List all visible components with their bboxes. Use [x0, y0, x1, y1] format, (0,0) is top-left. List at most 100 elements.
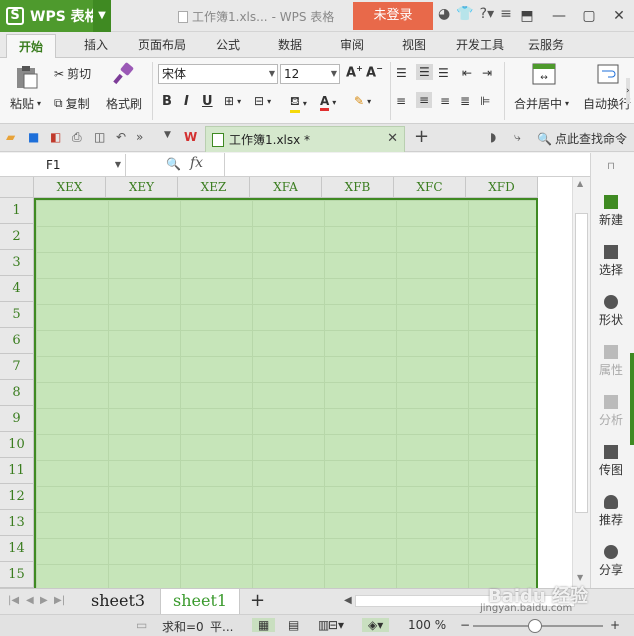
fill-color-button[interactable]: ⛾ ▾: [290, 94, 307, 113]
align-bottom-icon[interactable]: ☰: [438, 66, 449, 80]
close-tab-icon[interactable]: ✕: [387, 131, 398, 146]
scroll-thumb[interactable]: [575, 213, 588, 513]
row-header[interactable]: 11: [0, 458, 34, 484]
cell-style-button[interactable]: ⊟ ▾: [254, 94, 271, 108]
document-tab[interactable]: 工作簿1.xlsx * ✕: [205, 126, 405, 152]
sidebar-collapse-icon[interactable]: ⊓: [591, 161, 631, 172]
hscroll-left-icon[interactable]: ◀: [344, 595, 352, 606]
format-painter-button[interactable]: 格式刷: [106, 95, 142, 112]
bold-button[interactable]: B: [162, 94, 172, 109]
chevron-down-icon[interactable]: ▼: [164, 130, 171, 140]
find-command[interactable]: 🔍 点此查找命令: [537, 130, 627, 147]
wps-w-icon[interactable]: W: [184, 130, 197, 144]
row-header[interactable]: 14: [0, 536, 34, 562]
column-header[interactable]: XFA: [250, 177, 322, 198]
sidebar-item-recommend[interactable]: 推荐: [591, 495, 631, 528]
font-size-select[interactable]: 12 ▼: [280, 64, 340, 84]
merge-center-icon[interactable]: ↔: [532, 62, 556, 86]
zoom-in-icon[interactable]: +: [610, 618, 620, 632]
spreadsheet-grid[interactable]: XEX XEY XEZ XFA XFB XFC XFD 1 2 3 4 5 6 7 8 9 10 11 12 13 1…: [0, 177, 572, 588]
row-header[interactable]: 5: [0, 302, 34, 328]
vertical-scrollbar[interactable]: ▲ ▼: [572, 177, 590, 588]
tab-formulas[interactable]: 公式: [216, 36, 240, 53]
row-header[interactable]: 4: [0, 276, 34, 302]
sheet-tab-sheet3[interactable]: sheet3: [79, 589, 157, 614]
scroll-up-icon[interactable]: ▲: [577, 179, 583, 188]
tab-view[interactable]: 视图: [402, 36, 426, 53]
name-box[interactable]: F1 ▼: [0, 154, 126, 176]
decrease-font-icon[interactable]: A−: [366, 64, 383, 80]
more-icon[interactable]: »: [136, 130, 143, 144]
undo-icon[interactable]: ↶: [116, 130, 126, 144]
row-header[interactable]: 15: [0, 562, 34, 588]
align-top-icon[interactable]: ☰: [396, 66, 407, 80]
app-menu-button[interactable]: S WPS 表格 ▼: [0, 0, 111, 32]
tab-home[interactable]: 开始: [6, 34, 57, 59]
tab-review[interactable]: 审阅: [340, 36, 364, 53]
restore-ribbon-icon[interactable]: ⬒: [512, 0, 542, 32]
align-middle-icon[interactable]: ☰: [416, 64, 433, 80]
help-icon[interactable]: ?▾: [480, 6, 494, 22]
select-all-corner[interactable]: [0, 177, 34, 198]
tab-page-layout[interactable]: 页面布局: [138, 36, 186, 53]
paste-icon[interactable]: [14, 64, 40, 90]
align-left-icon[interactable]: ≡: [396, 94, 406, 108]
align-center-icon[interactable]: ≡: [416, 92, 433, 108]
open-folder-icon[interactable]: ▰: [6, 130, 15, 144]
first-sheet-icon[interactable]: |◀: [8, 595, 19, 606]
tab-developer[interactable]: 开发工具: [456, 36, 504, 53]
row-header[interactable]: 6: [0, 328, 34, 354]
sidebar-item-select[interactable]: 选择: [591, 245, 631, 278]
last-sheet-icon[interactable]: ▶|: [54, 595, 65, 606]
menu-icon[interactable]: ≡: [500, 6, 512, 22]
auto-wrap-button[interactable]: 自动换行: [583, 95, 631, 112]
format-painter-icon[interactable]: [112, 62, 136, 86]
ribbon-scroll-right-icon[interactable]: ›: [626, 78, 630, 104]
row-header[interactable]: 9: [0, 406, 34, 432]
distribute-icon[interactable]: ⊫: [480, 94, 490, 108]
sidebar-toggle-handle[interactable]: [630, 353, 634, 445]
tshirt-icon[interactable]: 👕: [456, 6, 473, 22]
tab-cloud[interactable]: 云服务: [528, 36, 564, 53]
formula-input[interactable]: [224, 153, 590, 177]
underline-button[interactable]: U: [202, 94, 213, 109]
reading-mode-icon[interactable]: ◈▾: [362, 618, 390, 632]
login-button[interactable]: 未登录: [353, 2, 433, 30]
minimize-button[interactable]: —: [544, 0, 574, 32]
column-header[interactable]: XFC: [394, 177, 466, 198]
print-preview-icon[interactable]: ◫: [94, 130, 105, 144]
normal-view-icon[interactable]: ▦: [252, 618, 276, 632]
indent-increase-icon[interactable]: ⇥: [482, 66, 492, 80]
zoom-slider-handle[interactable]: [528, 619, 542, 633]
close-button[interactable]: ✕: [604, 0, 634, 32]
sidebar-item-share[interactable]: 分享: [591, 545, 631, 578]
row-header[interactable]: 7: [0, 354, 34, 380]
next-sheet-icon[interactable]: ▶: [40, 595, 48, 606]
paste-button[interactable]: 粘贴 ▾: [10, 95, 41, 112]
column-header[interactable]: XEZ: [178, 177, 250, 198]
column-header[interactable]: XFB: [322, 177, 394, 198]
clear-format-button[interactable]: ✎ ▾: [354, 94, 371, 108]
fullscreen-view-icon[interactable]: ⊟▾: [328, 618, 344, 632]
italic-button[interactable]: I: [184, 94, 189, 109]
sidebar-item-new[interactable]: 新建: [591, 195, 631, 228]
page-layout-view-icon[interactable]: ▤: [288, 618, 299, 632]
row-header[interactable]: 2: [0, 224, 34, 250]
sidebar-item-shape[interactable]: 形状: [591, 295, 631, 328]
share-doc-icon[interactable]: ⤷: [514, 130, 521, 145]
font-name-select[interactable]: 宋体 ▼: [158, 64, 278, 84]
font-color-button[interactable]: A ▾: [320, 94, 336, 111]
skin-icon[interactable]: ◕: [438, 6, 450, 22]
wrap-text-icon[interactable]: [596, 62, 620, 86]
row-header[interactable]: 10: [0, 432, 34, 458]
zoom-out-icon[interactable]: −: [460, 618, 470, 632]
prev-sheet-icon[interactable]: ◀: [26, 595, 34, 606]
row-header[interactable]: 13: [0, 510, 34, 536]
chevron-down-icon[interactable]: ▼: [93, 0, 111, 32]
align-right-icon[interactable]: ≡: [440, 94, 450, 108]
tab-data[interactable]: 数据: [278, 36, 302, 53]
merge-center-button[interactable]: 合并居中 ▾: [514, 95, 569, 112]
zoom-search-icon[interactable]: 🔍: [166, 157, 181, 171]
column-header[interactable]: XEY: [106, 177, 178, 198]
column-header[interactable]: XEX: [34, 177, 106, 198]
